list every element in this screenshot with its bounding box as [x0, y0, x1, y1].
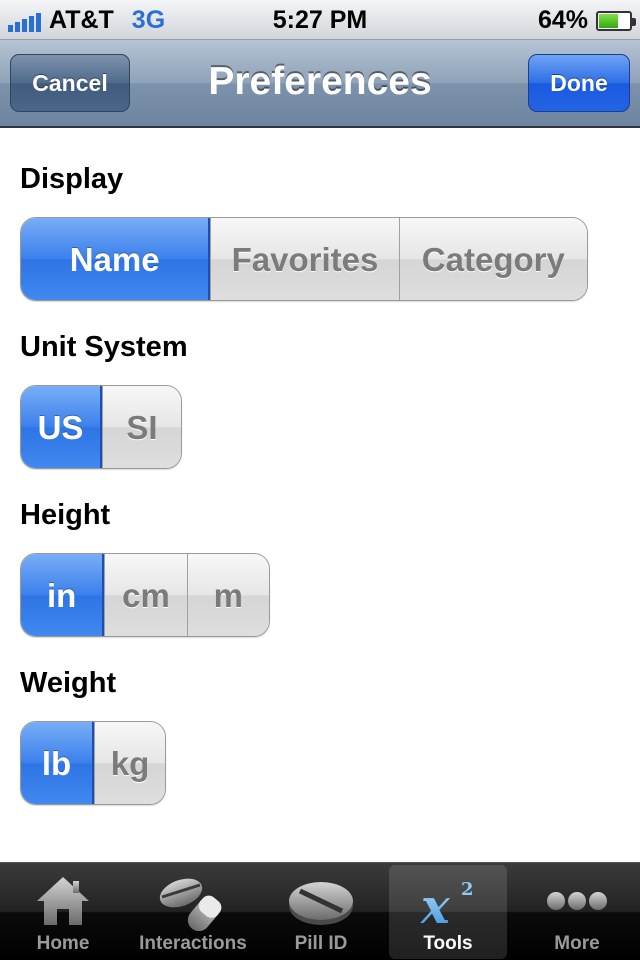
display-segmented-control: Name Favorites Category [20, 217, 588, 301]
tab-home-label: Home [36, 933, 90, 954]
unit-option-si[interactable]: SI [102, 386, 181, 468]
tab-bar: Home Interactions Pill ID x 2 Tools More [0, 862, 640, 960]
battery-level [599, 13, 618, 28]
done-button[interactable]: Done [528, 54, 630, 112]
display-option-favorites[interactable]: Favorites [210, 218, 399, 300]
pill-icon [289, 882, 353, 925]
tab-tools-label: Tools [423, 933, 473, 954]
tab-home[interactable]: Home [2, 865, 124, 959]
x-squared-icon: x 2 [420, 879, 474, 931]
house-icon [37, 877, 89, 925]
pills-icon [159, 878, 222, 931]
display-option-category[interactable]: Category [398, 218, 587, 300]
weight-option-lb[interactable]: lb [21, 722, 94, 804]
more-dots-icon [547, 892, 607, 910]
height-option-m[interactable]: m [186, 554, 269, 636]
height-segmented-control: in cm m [20, 553, 270, 637]
height-option-in[interactable]: in [21, 554, 105, 636]
battery-percent: 64% [537, 6, 588, 34]
tab-pill-id-label: Pill ID [294, 933, 348, 954]
display-option-name[interactable]: Name [21, 218, 211, 300]
unit-system-segmented-control: US SI [20, 385, 182, 469]
height-label: Height [20, 499, 111, 531]
tab-interactions[interactable]: Interactions [128, 865, 258, 959]
weight-label: Weight [20, 667, 117, 699]
display-section: Display Name Favorites Category [20, 159, 588, 301]
unit-option-us[interactable]: US [21, 386, 102, 468]
svg-text:2: 2 [461, 879, 474, 900]
svg-text:x: x [420, 879, 451, 931]
navigation-bar: Cancel Preferences Done [0, 40, 640, 128]
tab-more[interactable]: More [516, 865, 638, 959]
height-section: Height in cm m [20, 495, 270, 637]
status-right: 64% [537, 6, 636, 35]
status-bar: AT&T 3G 5:27 PM 64% [0, 0, 640, 40]
weight-section: Weight lb kg [20, 663, 166, 805]
tab-pill-id[interactable]: Pill ID [262, 865, 380, 959]
battery-icon [596, 10, 636, 31]
display-label: Display [20, 163, 124, 195]
height-option-cm[interactable]: cm [104, 554, 187, 636]
tab-tools[interactable]: x 2 Tools [389, 865, 507, 959]
tab-interactions-label: Interactions [139, 933, 247, 954]
weight-option-kg[interactable]: kg [94, 722, 165, 804]
unit-system-label: Unit System [20, 331, 188, 363]
tab-more-label: More [554, 933, 600, 954]
weight-segmented-control: lb kg [20, 721, 166, 805]
unit-system-section: Unit System US SI [20, 327, 188, 469]
